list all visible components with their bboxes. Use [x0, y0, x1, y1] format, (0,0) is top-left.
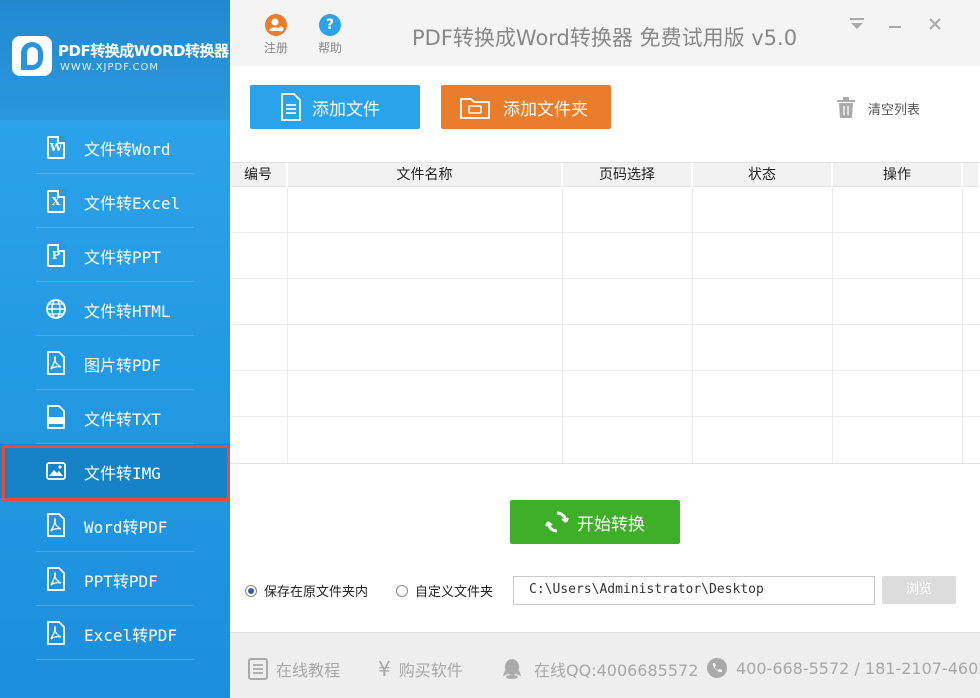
pdf-doc-icon: [44, 351, 68, 375]
column-header-actions[interactable]: 操作: [833, 163, 963, 187]
sidebar-item-label: 文件转HTML: [84, 302, 171, 321]
online-tutorial-label: 在线教程: [276, 661, 341, 680]
sidebar-item-label: 文件转Excel: [84, 194, 181, 213]
app-logo-icon: [12, 36, 52, 76]
sidebar-item-file-to-ppt[interactable]: P 文件转PPT: [0, 228, 230, 282]
refresh-icon: [545, 510, 569, 534]
sidebar-item-file-to-img[interactable]: 文件转IMG: [0, 444, 230, 501]
online-tutorial-link[interactable]: 在线教程: [248, 657, 340, 681]
start-convert-button[interactable]: 开始转换: [510, 500, 680, 544]
table-row: [230, 187, 980, 233]
sidebar-item-file-to-txt[interactable]: 文件转TXT: [0, 390, 230, 444]
trash-icon: [836, 97, 856, 119]
table-row: [230, 233, 980, 279]
add-file-button[interactable]: 添加文件: [250, 85, 420, 129]
sidebar-item-file-to-excel[interactable]: X 文件转Excel: [0, 174, 230, 228]
online-qq-link[interactable]: 在线QQ:4006685572: [502, 657, 698, 681]
window-title: PDF转换成Word转换器 免费试用版 v5.0: [412, 26, 798, 50]
sidebar-item-label: PPT转PDF: [84, 572, 158, 591]
help-label: 帮助: [317, 41, 342, 55]
phone-label: 400-668-5572 / 181-2107-4602: [736, 658, 980, 678]
txt-doc-icon: [44, 405, 68, 429]
online-qq-label: 在线QQ:4006685572: [534, 661, 699, 680]
table-row: [230, 417, 980, 463]
document-icon: [248, 658, 268, 680]
column-header-file-name[interactable]: 文件名称: [288, 163, 563, 187]
register-label: 注册: [263, 41, 288, 55]
word-doc-icon: W: [44, 135, 68, 159]
sidebar-item-label: 文件转TXT: [84, 410, 161, 429]
help-button[interactable]: ? 帮助: [310, 14, 350, 56]
table-row: [230, 279, 980, 325]
start-convert-label: 开始转换: [577, 514, 645, 535]
sidebar-item-label: Word转PDF: [84, 518, 168, 537]
register-button[interactable]: 注册: [256, 14, 296, 56]
output-path-input[interactable]: C:\Users\Administrator\Desktop: [513, 576, 875, 605]
sidebar-item-label: 图片转PDF: [84, 356, 161, 375]
help-icon: ?: [319, 14, 341, 36]
clear-list-button[interactable]: 清空列表: [836, 97, 920, 119]
sidebar-menu: W 文件转Word X 文件转Excel P 文件转PPT 文件转HTML 图片…: [0, 120, 230, 660]
sidebar-item-label: 文件转IMG: [84, 464, 161, 483]
column-header-number[interactable]: 编号: [230, 163, 288, 187]
table-row: [230, 371, 980, 417]
pdf-doc-icon: [44, 513, 68, 537]
close-icon[interactable]: [924, 16, 946, 37]
column-header-page-select[interactable]: 页码选择: [563, 163, 693, 187]
document-icon: [280, 93, 302, 121]
folder-icon: [459, 94, 491, 120]
save-original-label: 保存在原文件夹内: [264, 585, 369, 600]
phone-icon: [706, 657, 728, 679]
clear-list-label: 清空列表: [868, 102, 921, 118]
user-icon: [265, 14, 287, 36]
table-row: [230, 325, 980, 371]
add-folder-label: 添加文件夹: [503, 99, 588, 120]
custom-folder-option[interactable]: 自定义文件夹: [396, 581, 493, 600]
sidebar-item-excel-to-pdf[interactable]: Excel转PDF: [0, 606, 230, 660]
title-bar: 注册 ? 帮助 PDF转换成Word转换器 免费试用版 v5.0: [230, 0, 980, 66]
buy-software-link[interactable]: ¥ 购买软件: [378, 657, 463, 681]
sidebar-item-label: 文件转PPT: [84, 248, 161, 267]
logo-area: PDF转换成WORD转换器 WWW.XJPDF.COM: [0, 0, 230, 120]
sidebar-item-word-to-pdf[interactable]: Word转PDF: [0, 498, 230, 552]
add-folder-button[interactable]: 添加文件夹: [441, 85, 611, 129]
excel-doc-icon: X: [44, 189, 68, 213]
logo-title: PDF转换成WORD转换器: [58, 42, 229, 60]
globe-icon: [44, 297, 68, 321]
minimize-icon[interactable]: [884, 16, 906, 37]
phone-info: 400-668-5572 / 181-2107-4602: [706, 657, 980, 679]
file-table: 编号 文件名称 页码选择 状态 操作: [230, 162, 980, 464]
qq-icon: [502, 658, 522, 680]
sidebar-item-file-to-word[interactable]: W 文件转Word: [0, 120, 230, 174]
footer: 在线教程 ¥ 购买软件 在线QQ:4006685572 400-668-5572…: [230, 632, 980, 698]
ppt-doc-icon: P: [44, 243, 68, 267]
buy-software-label: 购买软件: [398, 661, 463, 680]
column-header-spacer: [963, 163, 980, 187]
browse-button[interactable]: 浏览: [882, 576, 956, 604]
yen-icon: ¥: [378, 657, 391, 681]
sidebar-item-file-to-html[interactable]: 文件转HTML: [0, 282, 230, 336]
sidebar-item-label: 文件转Word: [84, 140, 171, 159]
add-file-label: 添加文件: [312, 99, 380, 120]
image-icon: [44, 459, 68, 483]
sidebar-item-ppt-to-pdf[interactable]: PPT转PDF: [0, 552, 230, 606]
pdf-doc-icon: [44, 621, 68, 645]
radio-button-unchecked[interactable]: [396, 584, 408, 597]
column-header-status[interactable]: 状态: [693, 163, 833, 187]
custom-folder-label: 自定义文件夹: [415, 585, 494, 600]
pdf-doc-icon: [44, 567, 68, 591]
logo-subtitle: WWW.XJPDF.COM: [60, 62, 160, 73]
radio-button-checked[interactable]: [245, 584, 257, 597]
sidebar: PDF转换成WORD转换器 WWW.XJPDF.COM W 文件转Word X …: [0, 0, 230, 698]
table-header: 编号 文件名称 页码选择 状态 操作: [230, 163, 980, 187]
sidebar-item-label: Excel转PDF: [84, 626, 178, 645]
sidebar-item-image-to-pdf[interactable]: 图片转PDF: [0, 336, 230, 390]
save-original-option[interactable]: 保存在原文件夹内: [245, 581, 368, 600]
dropdown-menu-icon[interactable]: [846, 16, 868, 37]
